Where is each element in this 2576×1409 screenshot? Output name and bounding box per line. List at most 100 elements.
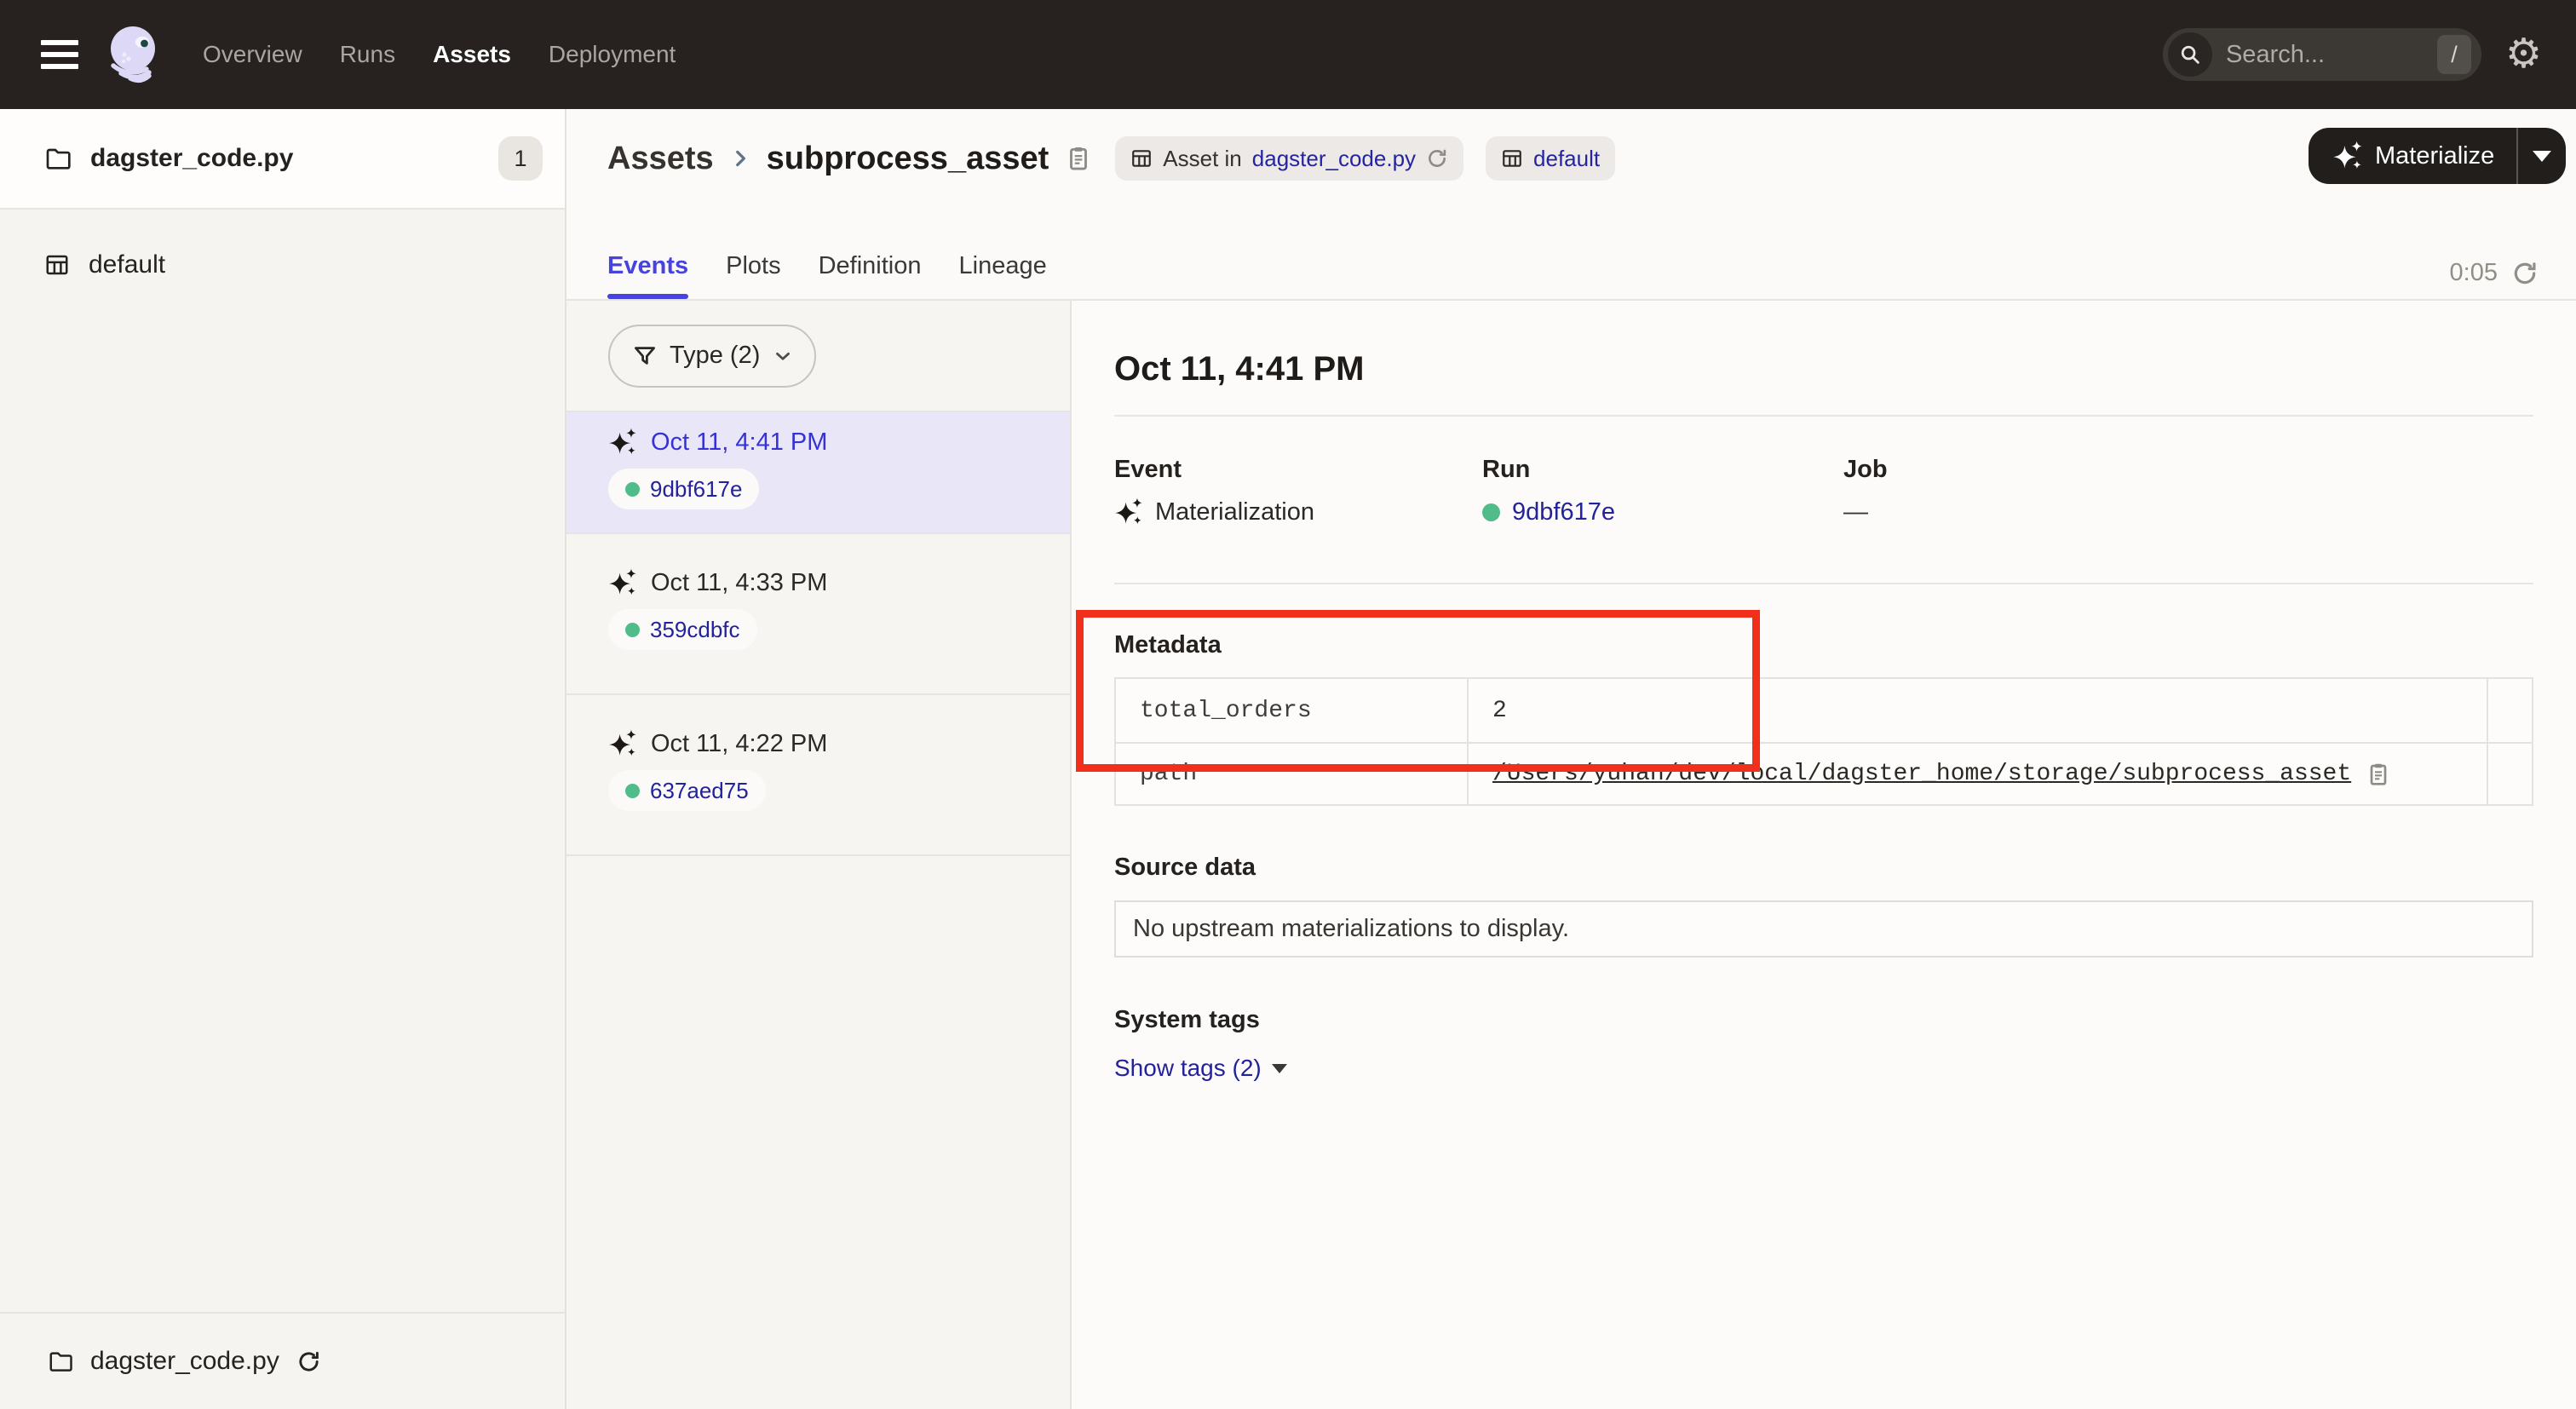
event-time: Oct 11, 4:22 PM xyxy=(651,730,827,758)
sidebar-bottom-code-location[interactable]: dagster_code.py xyxy=(0,1312,565,1409)
hamburger-menu-icon[interactable] xyxy=(41,40,78,69)
triangle-down-icon xyxy=(1272,1064,1287,1073)
sparkle-icon xyxy=(608,729,637,758)
run-status-dot xyxy=(625,623,640,637)
event-list-item[interactable]: Oct 11, 4:41 PM 9dbf617e xyxy=(566,412,1070,534)
breadcrumb-asset-name: subprocess_asset xyxy=(767,141,1049,177)
metadata-value: /Users/yuhan/dev/local/dagster_home/stor… xyxy=(1467,742,2487,804)
reload-icon[interactable] xyxy=(2511,260,2539,287)
run-status-dot xyxy=(625,784,640,798)
code-location-label: dagster_code.py xyxy=(90,144,293,173)
event-list-item[interactable]: Oct 11, 4:33 PM 359cdbfc xyxy=(566,534,1070,695)
event-column-label: Event xyxy=(1114,456,1482,484)
job-column-label: Job xyxy=(1843,456,2533,484)
search-input[interactable] xyxy=(2226,41,2437,69)
run-id-link[interactable]: 9dbf617e xyxy=(1512,498,1615,526)
reload-icon[interactable] xyxy=(296,1349,321,1374)
materialize-button[interactable]: Materialize xyxy=(2309,128,2516,184)
copy-asset-name-icon[interactable] xyxy=(1064,144,1093,173)
event-list-item[interactable]: Oct 11, 4:22 PM 637aed75 xyxy=(566,695,1070,856)
events-filter-bar: Type (2) xyxy=(566,301,1070,412)
filter-funnel-icon xyxy=(632,343,658,369)
nav-item-runs[interactable]: Runs xyxy=(340,41,395,68)
search-box[interactable]: / xyxy=(2163,28,2481,81)
nav-item-overview[interactable]: Overview xyxy=(203,41,302,68)
timer-countdown: 0:05 xyxy=(2450,259,2498,287)
group-label: default xyxy=(89,250,165,279)
materialize-dropdown-button[interactable] xyxy=(2518,128,2566,184)
tab-plots[interactable]: Plots xyxy=(726,252,780,299)
sidebar-item-code-location[interactable]: dagster_code.py 1 xyxy=(0,109,565,210)
caret-down-icon xyxy=(2533,151,2551,162)
tag-prefix: Asset in xyxy=(1163,146,1242,172)
main-panel: Assets subprocess_asset Asset in dagster… xyxy=(566,109,2576,1409)
breadcrumb: Assets subprocess_asset Asset in dagster… xyxy=(607,136,1615,181)
copy-path-icon[interactable] xyxy=(2365,761,2392,788)
metadata-key: total_orders xyxy=(1116,679,1467,742)
materialize-split-button: Materialize xyxy=(2309,128,2566,184)
metadata-key: path xyxy=(1116,742,1467,804)
asset-sidebar: dagster_code.py 1 default dagster_code.p… xyxy=(0,109,566,1409)
source-data-heading: Source data xyxy=(1114,854,2533,882)
metadata-extra-cell xyxy=(2487,679,2532,742)
asset-count-badge: 1 xyxy=(498,136,543,181)
system-tags-heading: System tags xyxy=(1114,1006,2533,1034)
metadata-heading: Metadata xyxy=(1114,631,2533,659)
run-status-dot xyxy=(1482,503,1500,521)
event-type-value: Materialization xyxy=(1155,498,1314,526)
run-tag[interactable]: 637aed75 xyxy=(608,770,766,811)
show-tags-toggle[interactable]: Show tags (2) xyxy=(1114,1055,2533,1082)
refresh-timer: 0:05 xyxy=(2450,259,2539,287)
event-time: Oct 11, 4:33 PM xyxy=(651,569,827,597)
tag-code-location-link[interactable]: dagster_code.py xyxy=(1252,146,1416,172)
tab-events[interactable]: Events xyxy=(607,252,688,299)
table-icon xyxy=(44,252,70,278)
folder-icon xyxy=(48,1349,73,1374)
divider xyxy=(1114,583,2533,584)
type-filter-label: Type (2) xyxy=(670,342,760,370)
run-id-link: 9dbf617e xyxy=(650,476,742,503)
sparkle-icon xyxy=(2332,141,2363,171)
run-tag[interactable]: 9dbf617e xyxy=(608,469,759,509)
chevron-right-icon xyxy=(729,147,751,170)
top-nav: Overview Runs Assets Deployment / ⚙ xyxy=(0,0,2576,109)
asset-header: Assets subprocess_asset Asset in dagster… xyxy=(566,109,2576,301)
run-id-link: 359cdbfc xyxy=(650,617,740,643)
events-list-panel: Type (2) Oct 11, 4:41 PM 9dbf617e xyxy=(566,301,1072,1409)
nav-right: / ⚙ xyxy=(2163,28,2576,81)
materialize-label: Materialize xyxy=(2375,142,2494,170)
sparkle-icon xyxy=(1114,497,1143,526)
event-info-grid: Event Materialization Run 9dbf617e xyxy=(1114,456,2533,529)
metadata-value: 2 xyxy=(1467,679,2487,742)
tab-lineage[interactable]: Lineage xyxy=(959,252,1047,299)
run-tag[interactable]: 359cdbfc xyxy=(608,609,757,650)
event-detail-title: Oct 11, 4:41 PM xyxy=(1114,350,2533,388)
type-filter-button[interactable]: Type (2) xyxy=(608,325,816,388)
tab-definition[interactable]: Definition xyxy=(819,252,922,299)
tag-group-link[interactable]: default xyxy=(1533,146,1600,172)
source-data-empty-box: No upstream materializations to display. xyxy=(1114,900,2533,958)
table-icon xyxy=(1130,147,1153,170)
nav-item-deployment[interactable]: Deployment xyxy=(549,41,676,68)
nav-links: Overview Runs Assets Deployment xyxy=(203,41,676,68)
bottom-code-location-label: dagster_code.py xyxy=(90,1347,279,1376)
source-data-empty-text: No upstream materializations to display. xyxy=(1133,915,1569,943)
breadcrumb-assets-link[interactable]: Assets xyxy=(607,141,714,177)
dagster-logo[interactable] xyxy=(102,24,164,85)
metadata-extra-cell xyxy=(2487,742,2532,804)
folder-icon xyxy=(44,145,72,172)
run-id-link: 637aed75 xyxy=(650,778,749,804)
search-shortcut-key: / xyxy=(2437,35,2471,74)
reload-icon[interactable] xyxy=(1426,147,1448,170)
run-status-dot xyxy=(625,482,640,497)
search-icon xyxy=(2168,32,2212,77)
asset-tabs: Events Plots Definition Lineage xyxy=(607,252,1047,299)
nav-item-assets[interactable]: Assets xyxy=(433,41,511,68)
gear-icon[interactable]: ⚙ xyxy=(2505,34,2542,75)
chevron-down-icon xyxy=(772,345,794,367)
sidebar-item-group-default[interactable]: default xyxy=(0,232,565,298)
path-link[interactable]: /Users/yuhan/dev/local/dagster_home/stor… xyxy=(1492,761,2351,787)
tag-asset-in-code-location: Asset in dagster_code.py xyxy=(1115,136,1463,181)
metadata-table: total_orders 2 path /Users/yuhan/dev/loc… xyxy=(1114,677,2533,806)
tag-group-default: default xyxy=(1486,136,1615,181)
